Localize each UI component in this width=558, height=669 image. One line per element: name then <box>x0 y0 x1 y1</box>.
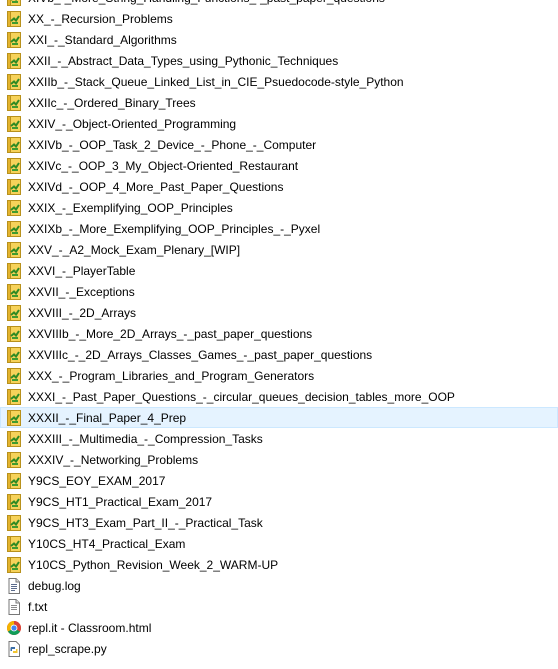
file-row[interactable]: Y9CS_EOY_EXAM_2017 <box>0 470 558 491</box>
file-name: XXXI_-_Past_Paper_Questions_-_circular_q… <box>28 389 455 404</box>
chrome-html-icon <box>6 620 22 636</box>
notebook-icon <box>6 430 22 447</box>
file-name: repl_scrape.py <box>28 641 107 656</box>
notebook-icon <box>6 451 22 468</box>
file-row[interactable]: XXIV_-_Object-Oriented_Programming <box>0 113 558 134</box>
file-row[interactable]: XX_-_Recursion_Problems <box>0 8 558 29</box>
file-row[interactable]: XXIVc_-_OOP_3_My_Object-Oriented_Restaur… <box>0 155 558 176</box>
file-name: XXVIIIc_-_2D_Arrays_Classes_Games_-_past… <box>28 347 373 362</box>
notebook-icon <box>6 31 22 48</box>
notebook-icon <box>6 535 22 552</box>
notebook-icon <box>6 220 22 237</box>
file-row[interactable]: XXVIIIc_-_2D_Arrays_Classes_Games_-_past… <box>0 344 558 365</box>
notebook-icon <box>6 367 22 384</box>
file-row[interactable]: XXXI_-_Past_Paper_Questions_-_circular_q… <box>0 386 558 407</box>
file-name: Y10CS_HT4_Practical_Exam <box>28 536 186 551</box>
file-name: debug.log <box>28 578 81 593</box>
notebook-icon <box>6 10 22 27</box>
file-name: XXVII_-_Exceptions <box>28 284 135 299</box>
file-name: XXXIV_-_Networking_Problems <box>28 452 199 467</box>
file-name: XXIIb_-_Stack_Queue_Linked_List_in_CIE_P… <box>28 74 404 89</box>
notebook-icon <box>6 472 22 489</box>
file-name: Y9CS_EOY_EXAM_2017 <box>28 473 166 488</box>
notebook-icon <box>6 556 22 573</box>
file-name: XXI_-_Standard_Algorithms <box>28 32 177 47</box>
file-row[interactable]: XXVI_-_PlayerTable <box>0 260 558 281</box>
text-file-icon <box>6 598 22 615</box>
file-name: Y9CS_HT1_Practical_Exam_2017 <box>28 494 213 509</box>
notebook-icon <box>6 178 22 195</box>
file-name: Y10CS_Python_Revision_Week_2_WARM-UP <box>28 557 279 572</box>
notebook-icon <box>6 199 22 216</box>
notebook-icon <box>6 262 22 279</box>
file-row[interactable]: Y10CS_HT4_Practical_Exam <box>0 533 558 554</box>
file-name: XIVb_-_More_String_Handling_Functions_-_… <box>28 0 385 6</box>
file-row[interactable]: XXIVb_-_OOP_Task_2_Device_-_Phone_-_Comp… <box>0 134 558 155</box>
notebook-icon <box>6 157 22 174</box>
file-name: XXIX_-_Exemplifying_OOP_Principles <box>28 200 233 215</box>
file-name: XXXII_-_Final_Paper_4_Prep <box>28 410 187 425</box>
notebook-icon <box>6 52 22 69</box>
file-row[interactable]: XXI_-_Standard_Algorithms <box>0 29 558 50</box>
notebook-icon <box>6 241 22 258</box>
notebook-icon <box>6 115 22 132</box>
file-row[interactable]: XXIVd_-_OOP_4_More_Past_Paper_Questions <box>0 176 558 197</box>
file-row[interactable]: XXVII_-_Exceptions <box>0 281 558 302</box>
file-row[interactable]: XXX_-_Program_Libraries_and_Program_Gene… <box>0 365 558 386</box>
file-name: XXIV_-_Object-Oriented_Programming <box>28 116 237 131</box>
file-row[interactable]: debug.log <box>0 575 558 596</box>
file-row[interactable]: XXXIV_-_Networking_Problems <box>0 449 558 470</box>
file-row[interactable]: XXVIIIb_-_More_2D_Arrays_-_past_paper_qu… <box>0 323 558 344</box>
file-row[interactable]: f.txt <box>0 596 558 617</box>
file-name: XXV_-_A2_Mock_Exam_Plenary_[WIP] <box>28 242 241 257</box>
notebook-icon <box>6 409 22 426</box>
file-name: XXIIc_-_Ordered_Binary_Trees <box>28 95 196 110</box>
file-name: XXIVb_-_OOP_Task_2_Device_-_Phone_-_Comp… <box>28 137 317 152</box>
notebook-icon <box>6 325 22 342</box>
file-row[interactable]: XXIX_-_Exemplifying_OOP_Principles <box>0 197 558 218</box>
file-name: XXIVd_-_OOP_4_More_Past_Paper_Questions <box>28 179 284 194</box>
file-row[interactable]: XXXIII_-_Multimedia_-_Compression_Tasks <box>0 428 558 449</box>
file-row[interactable]: repl_scrape.py <box>0 638 558 659</box>
file-name: XXVIII_-_2D_Arrays <box>28 305 137 320</box>
file-name: Y9CS_HT3_Exam_Part_II_-_Practical_Task <box>28 515 263 530</box>
file-row[interactable]: XXIIb_-_Stack_Queue_Linked_List_in_CIE_P… <box>0 71 558 92</box>
notebook-icon <box>6 0 22 6</box>
file-list: XIVb_-_More_String_Handling_Functions_-_… <box>0 0 558 659</box>
file-name: XXIVc_-_OOP_3_My_Object-Oriented_Restaur… <box>28 158 299 173</box>
file-row[interactable]: XXII_-_Abstract_Data_Types_using_Pythoni… <box>0 50 558 71</box>
file-row[interactable]: XXXII_-_Final_Paper_4_Prep <box>0 407 558 428</box>
file-name: XXVIIIb_-_More_2D_Arrays_-_past_paper_qu… <box>28 326 313 341</box>
file-row[interactable]: Y9CS_HT1_Practical_Exam_2017 <box>0 491 558 512</box>
file-row[interactable]: XXIIc_-_Ordered_Binary_Trees <box>0 92 558 113</box>
notebook-icon <box>6 304 22 321</box>
log-file-icon <box>6 577 22 594</box>
python-file-icon <box>6 640 22 657</box>
file-row[interactable]: repl.it - Classroom.html <box>0 617 558 638</box>
notebook-icon <box>6 136 22 153</box>
file-name: XXII_-_Abstract_Data_Types_using_Pythoni… <box>28 53 339 68</box>
file-name: XXXIII_-_Multimedia_-_Compression_Tasks <box>28 431 263 446</box>
file-row[interactable]: XXV_-_A2_Mock_Exam_Plenary_[WIP] <box>0 239 558 260</box>
notebook-icon <box>6 346 22 363</box>
file-row[interactable]: XXIXb_-_More_Exemplifying_OOP_Principles… <box>0 218 558 239</box>
notebook-icon <box>6 73 22 90</box>
file-name: f.txt <box>28 599 48 614</box>
file-row[interactable]: Y10CS_Python_Revision_Week_2_WARM-UP <box>0 554 558 575</box>
file-name: XXIXb_-_More_Exemplifying_OOP_Principles… <box>28 221 321 236</box>
file-row[interactable]: XXVIII_-_2D_Arrays <box>0 302 558 323</box>
notebook-icon <box>6 493 22 510</box>
file-name: XX_-_Recursion_Problems <box>28 11 173 26</box>
file-row[interactable]: Y9CS_HT3_Exam_Part_II_-_Practical_Task <box>0 512 558 533</box>
notebook-icon <box>6 94 22 111</box>
notebook-icon <box>6 514 22 531</box>
file-row[interactable]: XIVb_-_More_String_Handling_Functions_-_… <box>0 0 558 8</box>
notebook-icon <box>6 283 22 300</box>
file-name: XXX_-_Program_Libraries_and_Program_Gene… <box>28 368 315 383</box>
file-name: XXVI_-_PlayerTable <box>28 263 136 278</box>
file-name: repl.it - Classroom.html <box>28 620 152 635</box>
notebook-icon <box>6 388 22 405</box>
